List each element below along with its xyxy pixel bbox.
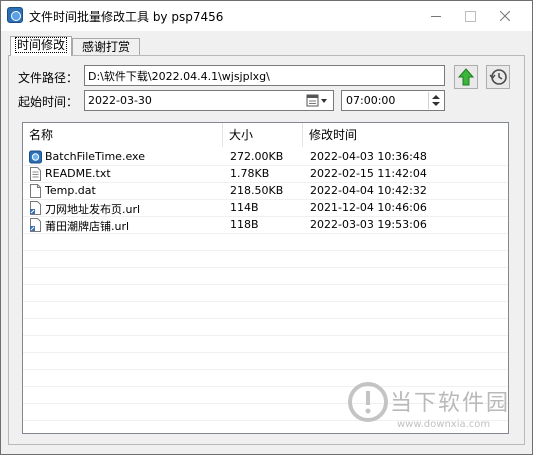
spin-buttons[interactable] xyxy=(428,92,443,109)
file-size: 114B xyxy=(230,201,259,214)
tab-time-modify-label: 时间修改 xyxy=(14,37,68,53)
file-time: 2022-02-15 11:42:04 xyxy=(310,167,427,180)
file-name: 莆田潮牌店铺.url xyxy=(45,220,130,233)
tab-donate-label: 感谢打赏 xyxy=(81,40,130,54)
watermark-url: www.downxia.com xyxy=(397,419,491,430)
time-spinner[interactable]: 07:00:00 xyxy=(341,90,445,111)
empty-row xyxy=(23,302,508,319)
table-row[interactable]: README.txt 1.78KB 2022-02-15 11:42:04 xyxy=(23,166,508,183)
blank-file-icon xyxy=(30,184,41,198)
file-size: 118B xyxy=(230,218,259,231)
watermark: 当下软件园 www.downxia.com xyxy=(345,377,520,442)
watermark-logo-icon xyxy=(348,382,388,422)
empty-row xyxy=(23,285,508,302)
spin-down-icon[interactable] xyxy=(432,102,440,106)
table-row[interactable]: BatchFileTime.exe 272.00KB 2022-04-03 10… xyxy=(23,149,508,166)
table-row[interactable]: 莆田潮牌店铺.url 118B 2022-03-03 19:53:06 xyxy=(23,217,508,234)
path-input[interactable]: D:\软件下载\2022.04.4.1\wjsjplxg\ xyxy=(84,65,445,86)
url-file-icon xyxy=(30,201,41,215)
empty-row xyxy=(23,336,508,353)
file-size: 1.78KB xyxy=(230,167,270,180)
table-row[interactable]: Temp.dat 218.50KB 2022-04-04 10:42:32 xyxy=(23,183,508,200)
file-time: 2022-04-03 10:36:48 xyxy=(310,150,427,163)
tab-time-modify[interactable]: 时间修改 xyxy=(10,36,72,56)
empty-row xyxy=(23,268,508,285)
history-button[interactable] xyxy=(486,65,510,89)
file-time: 2022-04-04 10:42:32 xyxy=(310,184,427,197)
file-time: 2022-03-03 19:53:06 xyxy=(310,218,427,231)
column-header-size[interactable]: 大小 xyxy=(223,123,303,147)
file-time: 2021-12-04 10:46:06 xyxy=(310,201,427,214)
title-bar[interactable]: 文件时间批量修改工具 by psp7456 xyxy=(1,1,532,31)
history-clock-icon xyxy=(489,69,507,85)
time-value: 07:00:00 xyxy=(346,94,396,107)
minimize-button[interactable] xyxy=(419,1,453,31)
file-name: README.txt xyxy=(45,167,111,180)
date-picker[interactable]: 2022-03-30 xyxy=(84,90,334,111)
spin-up-icon[interactable] xyxy=(432,95,440,99)
watermark-text: 当下软件园 xyxy=(390,391,511,416)
column-header-name[interactable]: 名称 xyxy=(23,123,223,147)
up-folder-button[interactable] xyxy=(454,65,478,89)
maximize-icon xyxy=(464,10,476,22)
empty-row xyxy=(23,234,508,251)
calendar-dropdown-icon[interactable] xyxy=(305,93,331,108)
file-name: 刀网地址发布页.url xyxy=(45,203,141,216)
app-clock-icon xyxy=(7,7,23,23)
close-icon xyxy=(499,10,511,22)
file-name: BatchFileTime.exe xyxy=(45,150,145,163)
close-button[interactable] xyxy=(488,1,522,31)
column-header-time[interactable]: 修改时间 xyxy=(303,123,508,147)
maximize-button[interactable] xyxy=(453,1,487,31)
empty-row xyxy=(23,251,508,268)
minimize-icon xyxy=(431,15,441,17)
tab-donate[interactable]: 感谢打赏 xyxy=(72,38,140,55)
text-file-icon xyxy=(30,167,41,181)
file-name: Temp.dat xyxy=(45,184,96,197)
date-value: 2022-03-30 xyxy=(88,94,152,107)
file-size: 272.00KB xyxy=(230,150,284,163)
file-size: 218.50KB xyxy=(230,184,284,197)
empty-row xyxy=(23,319,508,336)
empty-row xyxy=(23,353,508,370)
path-label: 文件路径： xyxy=(18,71,79,85)
url-file-icon xyxy=(30,218,41,232)
start-time-label: 起始时间： xyxy=(18,95,79,109)
exe-icon xyxy=(29,150,42,164)
window-title: 文件时间批量修改工具 by psp7456 xyxy=(29,10,224,24)
table-row[interactable]: 刀网地址发布页.url 114B 2021-12-04 10:46:06 xyxy=(23,200,508,217)
list-header: 名称 大小 修改时间 xyxy=(23,123,508,147)
green-up-arrow-icon xyxy=(457,68,475,86)
